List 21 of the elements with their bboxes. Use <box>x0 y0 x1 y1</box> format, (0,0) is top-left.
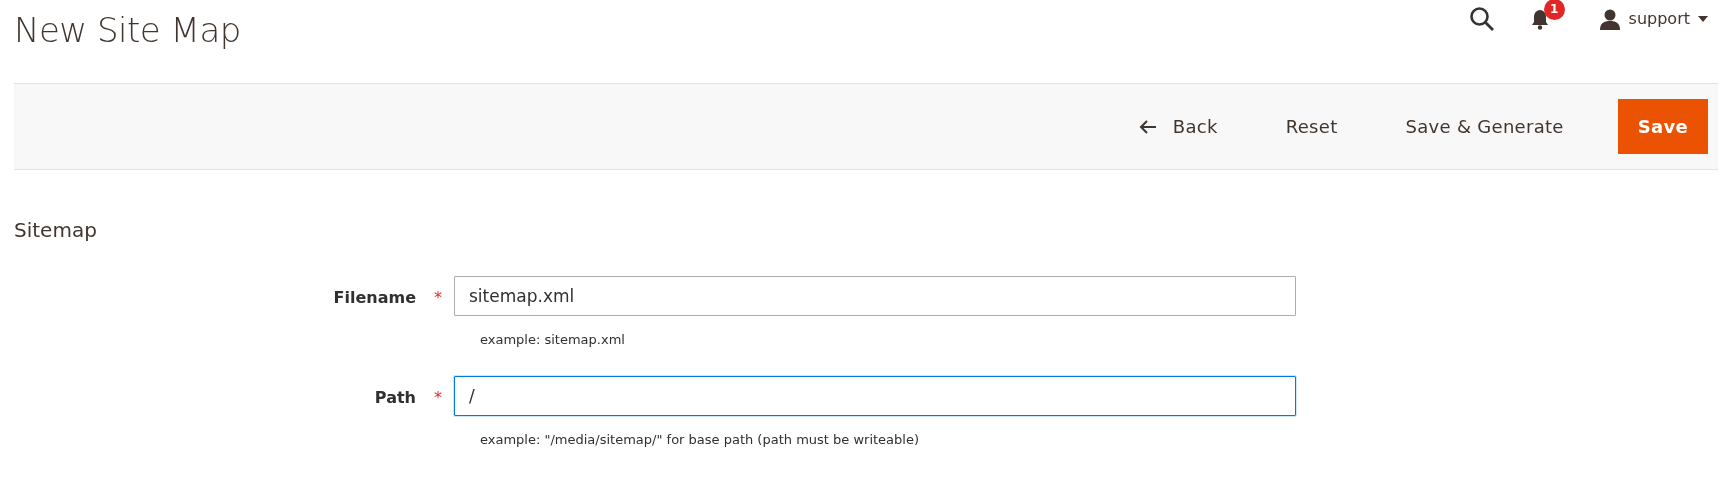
input-field[interactable]: / <box>454 375 1296 416</box>
toolbar-button[interactable]: Reset <box>1271 101 1352 152</box>
toolbar-button[interactable]: Save & Generate <box>1391 101 1578 152</box>
field-label: Path <box>374 387 416 407</box>
field-label: Filename <box>333 288 416 307</box>
required-mark: * <box>433 386 442 409</box>
field-hint: example: sitemap.xml <box>480 331 626 349</box>
user-icon <box>1598 8 1621 30</box>
page-title: New Site Map <box>14 9 241 51</box>
input-field[interactable]: sitemap.xml <box>454 276 1296 316</box>
user-menu-button[interactable]: support <box>1598 7 1708 31</box>
required-mark: * <box>433 287 442 309</box>
search-button[interactable] <box>1468 6 1495 32</box>
caret-icon <box>1698 16 1708 22</box>
save-button[interactable]: Save <box>1617 99 1708 154</box>
notifications-button[interactable]: 1 <box>1528 0 1565 31</box>
notification-count: 1 <box>1543 0 1565 20</box>
back-button[interactable]: Back <box>1124 101 1232 152</box>
field-hint: example: "/media/sitemap/" for base path (path must be writeable) <box>480 430 920 449</box>
section-title: Sitemap <box>14 218 98 242</box>
back-arrow-icon <box>1138 120 1157 134</box>
